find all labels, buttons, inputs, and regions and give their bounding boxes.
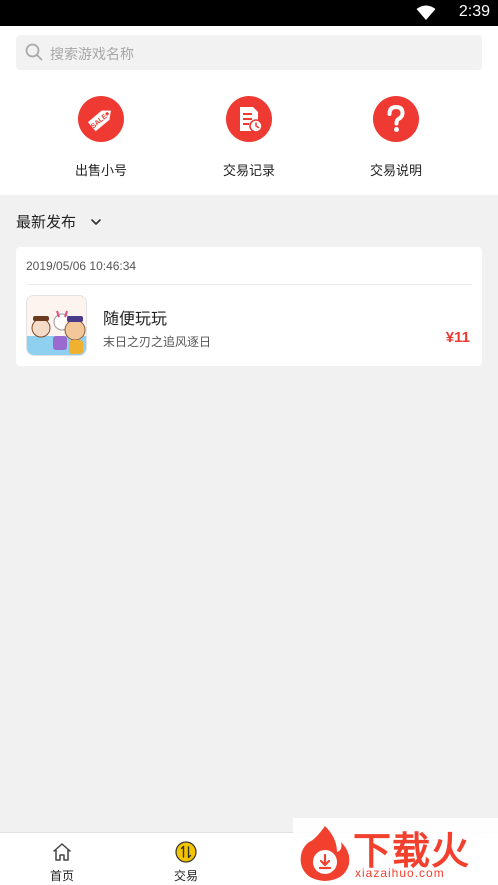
chevron-down-icon — [90, 218, 101, 225]
search-placeholder: 搜索游戏名称 — [50, 47, 134, 63]
flame-logo-icon — [300, 826, 350, 881]
listing-subtitle: 末日之刃之追风逐日 — [103, 335, 212, 349]
status-bar: 2:39 — [0, 0, 498, 26]
trade-help-label: 交易说明 — [369, 164, 422, 179]
nav-home-label: 首页 — [49, 869, 74, 883]
home-icon — [53, 843, 71, 861]
trade-record-icon — [226, 96, 272, 142]
game-thumbnail — [26, 295, 87, 356]
wifi-icon — [416, 5, 436, 20]
latest-filter-dropdown[interactable]: 最新发布 — [16, 211, 103, 233]
listing-timestamp: 2019/05/06 10:46:34 — [26, 259, 137, 273]
search-input[interactable]: 搜索游戏名称 — [16, 35, 482, 70]
trade-record-label: 交易记录 — [222, 164, 275, 179]
status-time: 2:39 — [458, 3, 490, 20]
trade-icon — [175, 841, 197, 863]
nav-home[interactable]: 首页 — [17, 839, 107, 885]
watermark-logo: 下载火 xiazaihuo.com — [293, 818, 498, 885]
trade-record-button[interactable]: 交易记录 — [194, 96, 304, 180]
sell-account-button[interactable]: SALE 出售小号 — [46, 96, 156, 180]
nav-trade-label: 交易 — [173, 869, 198, 883]
listing-title: 随便玩玩 — [103, 309, 168, 328]
listing-price: ¥11 — [445, 329, 470, 346]
nav-trade[interactable]: 交易 — [141, 839, 231, 885]
top-panel: 搜索游戏名称 SALE 出售小号 交易记录 交易说明 — [0, 26, 498, 195]
sale-tag-icon: SALE — [78, 96, 124, 142]
watermark-url: xiazaihuo.com — [355, 866, 445, 880]
search-icon — [25, 43, 43, 61]
question-icon — [373, 96, 419, 142]
listing-card[interactable]: 2019/05/06 10:46:34 随便玩玩 末日之刃之追风逐日 ¥11 — [16, 247, 482, 366]
sell-account-label: 出售小号 — [74, 164, 127, 179]
trade-help-button[interactable]: 交易说明 — [341, 96, 451, 180]
divider — [26, 284, 472, 285]
section-title: 最新发布 — [16, 213, 77, 231]
